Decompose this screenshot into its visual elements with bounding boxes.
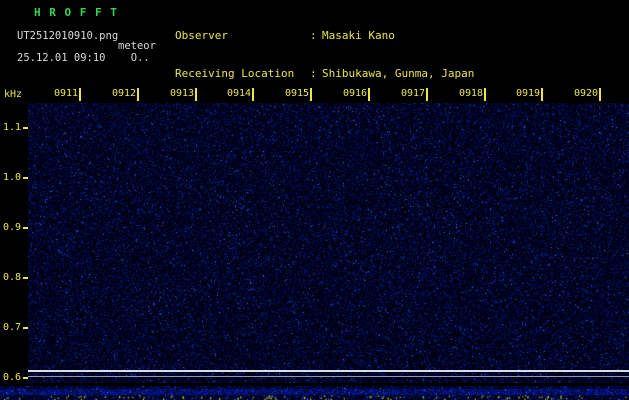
meta-label: Receiving Location (175, 68, 310, 81)
meta-row: Receiving Location: Shibukawa, Gunma, Jap… (175, 68, 527, 81)
x-tick-label: 0914 (227, 88, 251, 99)
x-tick-label: 0911 (54, 88, 78, 99)
x-tick-label: 0916 (343, 88, 367, 99)
carrier-line-bright (28, 370, 629, 372)
x-tick-mark (310, 88, 312, 101)
y-tick-label: 0.8 (3, 272, 25, 283)
y-tick-label: 1.0 (3, 172, 25, 183)
meta-value: Masaki Kano (322, 29, 395, 42)
y-tick-label: 0.6 (3, 372, 25, 383)
x-tick-label: 0915 (285, 88, 309, 99)
x-tick-mark (137, 88, 139, 101)
filename-label: UT2512010910.png (17, 30, 118, 42)
x-tick: 0920 (574, 88, 601, 101)
x-tick-mark (599, 88, 601, 101)
hrofft-screenshot: H R O F F T UT2512010910.png meteor 25.1… (0, 0, 629, 400)
carrier-line-dim (28, 376, 629, 377)
y-axis-unit-label: kHz (4, 89, 22, 100)
x-tick-label: 0918 (459, 88, 483, 99)
x-tick-label: 0917 (401, 88, 425, 99)
meta-separator: : (310, 30, 322, 43)
x-tick-mark (195, 88, 197, 101)
x-tick: 0913 (170, 88, 197, 101)
x-tick: 0919 (516, 88, 543, 101)
meta-label: Observer (175, 30, 310, 43)
x-tick: 0917 (401, 88, 428, 101)
comment-label: meteor (118, 40, 156, 52)
meta-separator: : (310, 68, 322, 81)
x-tick: 0915 (285, 88, 312, 101)
x-tick-label: 0912 (112, 88, 136, 99)
x-tick: 0918 (459, 88, 486, 101)
y-tick-label: 0.7 (3, 322, 25, 333)
x-tick-mark (426, 88, 428, 101)
y-tick-label: 0.9 (3, 222, 25, 233)
x-tick-mark (252, 88, 254, 101)
meta-row: Observer: Masaki Kano (175, 30, 527, 43)
signal-level-strip-canvas (0, 386, 629, 400)
x-tick-label: 0919 (516, 88, 540, 99)
x-tick-mark (79, 88, 81, 101)
meta-value: Shibukawa, Gunma, Japan (322, 67, 474, 80)
x-tick: 0912 (112, 88, 139, 101)
x-tick: 0914 (227, 88, 254, 101)
y-tick-label: 1.1 (3, 122, 25, 133)
x-tick-mark (541, 88, 543, 101)
x-tick-mark (368, 88, 370, 101)
x-tick: 0911 (54, 88, 81, 101)
x-tick-mark (484, 88, 486, 101)
spectrogram-noise-canvas (28, 103, 629, 383)
x-tick-label: 0920 (574, 88, 598, 99)
datetime-label: 25.12.01 09:10 O.. (17, 52, 150, 64)
x-tick-label: 0913 (170, 88, 194, 99)
app-title: H R O F F T (34, 6, 118, 19)
x-tick: 0916 (343, 88, 370, 101)
